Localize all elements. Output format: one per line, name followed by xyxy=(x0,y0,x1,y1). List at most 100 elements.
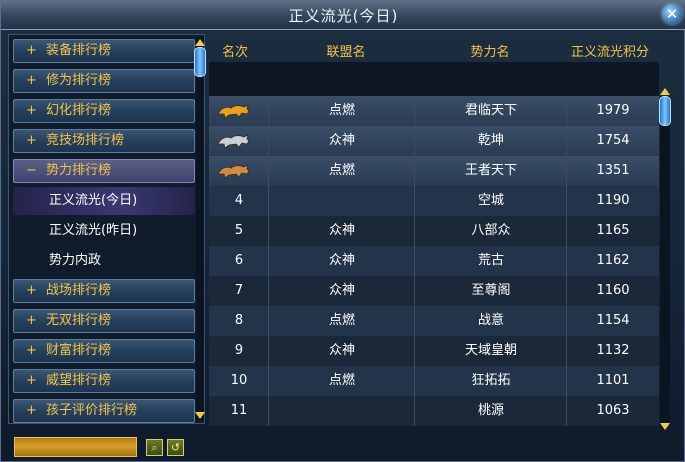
alliance-cell: 众神 xyxy=(269,216,415,246)
score-value: 1162 xyxy=(596,253,630,268)
category-label: 威望排行榜 xyxy=(46,373,112,388)
expand-icon: + xyxy=(26,133,37,148)
category-item[interactable]: + 财富排行榜 xyxy=(13,339,195,363)
table-row[interactable]: 7 众神 至尊阁 1160 xyxy=(209,276,659,306)
score-value: 1351 xyxy=(596,163,630,178)
category-item[interactable]: + 孩子评价排行榜 xyxy=(13,399,195,423)
alliance-cell: 众神 xyxy=(269,336,415,366)
scroll-down-arrow-icon[interactable] xyxy=(660,423,670,430)
score-value: 1165 xyxy=(596,223,630,238)
rank-number: 10 xyxy=(230,373,248,388)
rank-number: 5 xyxy=(234,223,244,238)
header-score: 正义流光积分 xyxy=(570,45,649,60)
alliance-name: 点燃 xyxy=(328,103,355,118)
faction-cell: 空城 xyxy=(415,186,567,216)
rank-cell: 11 xyxy=(209,396,269,426)
header-faction: 势力名 xyxy=(470,45,510,60)
table-header: 名次 联盟名 势力名 正义流光积分 xyxy=(209,34,659,62)
rank-number: 8 xyxy=(234,313,244,328)
category-scrollbar[interactable] xyxy=(194,37,206,421)
table-row[interactable]: 5 众神 八部众 1165 xyxy=(209,216,659,246)
search-icon[interactable]: ⌕ xyxy=(146,439,163,456)
category-label: 战场排行榜 xyxy=(46,283,112,298)
faction-name: 天域皇朝 xyxy=(464,343,517,358)
category-label: 财富排行榜 xyxy=(46,343,112,358)
table-row[interactable]: 众神 乾坤 1754 xyxy=(209,126,659,156)
expand-icon: + xyxy=(26,403,37,418)
table-row[interactable]: 10 点燃 狂拓拓 1101 xyxy=(209,366,659,396)
sub-item[interactable]: 正义流光(昨日) xyxy=(13,217,195,245)
scroll-up-arrow-icon[interactable] xyxy=(660,88,670,95)
alliance-cell: 点燃 xyxy=(269,366,415,396)
alliance-cell: 众神 xyxy=(269,276,415,306)
sub-item[interactable]: 正义流光(今日) xyxy=(13,187,195,215)
bronze-beast-icon xyxy=(217,164,249,179)
score-value: 1979 xyxy=(596,103,630,118)
faction-name: 荒古 xyxy=(477,253,504,268)
table-row[interactable]: 9 众神 天域皇朝 1132 xyxy=(209,336,659,366)
score-value: 1190 xyxy=(596,193,630,208)
faction-cell: 荒古 xyxy=(415,246,567,276)
expand-icon: + xyxy=(26,313,37,328)
expand-icon: + xyxy=(26,73,37,88)
category-item[interactable]: + 竞技场排行榜 xyxy=(13,129,195,153)
collapse-icon: − xyxy=(26,163,37,178)
table-row[interactable]: 点燃 王者天下 1351 xyxy=(209,156,659,186)
category-label: 幻化排行榜 xyxy=(46,103,112,118)
scroll-up-arrow-icon[interactable] xyxy=(195,39,205,46)
rank-cell xyxy=(209,126,269,156)
faction-cell: 狂拓拓 xyxy=(415,366,567,396)
category-item[interactable]: + 幻化排行榜 xyxy=(13,99,195,123)
rank-cell: 7 xyxy=(209,276,269,306)
category-scroll-thumb[interactable] xyxy=(194,47,206,77)
table-scroll-thumb[interactable] xyxy=(659,96,671,126)
category-open[interactable]: − 势力排行榜 xyxy=(13,159,195,183)
expand-icon: + xyxy=(26,373,37,388)
table-row[interactable]: 6 众神 荒古 1162 xyxy=(209,246,659,276)
faction-cell: 天域皇朝 xyxy=(415,336,567,366)
table-scrollbar[interactable] xyxy=(659,88,671,430)
title-bar[interactable]: 正义流光(今日) ✕ xyxy=(1,1,685,30)
category-label: 修为排行榜 xyxy=(46,73,112,88)
score-value: 1132 xyxy=(596,343,630,358)
expand-icon: + xyxy=(26,43,37,58)
score-value: 1154 xyxy=(596,313,630,328)
category-item[interactable]: + 威望排行榜 xyxy=(13,369,195,393)
rank-cell: 9 xyxy=(209,336,269,366)
table-row[interactable]: 11 桃源 1063 xyxy=(209,396,659,426)
rank-cell xyxy=(209,96,269,126)
score-value: 1063 xyxy=(596,403,630,418)
rank-number: 9 xyxy=(234,343,244,358)
sub-item[interactable]: 势力内政 xyxy=(13,247,195,275)
ranking-table: 名次 联盟名 势力名 正义流光积分 点燃 君临天下 1979 众神 乾坤 1754 点燃 王者… xyxy=(209,34,679,430)
header-rank: 名次 xyxy=(221,45,248,60)
rank-number: 4 xyxy=(234,193,244,208)
faction-name: 王者天下 xyxy=(464,163,517,178)
score-value: 1101 xyxy=(596,373,630,388)
alliance-name: 众神 xyxy=(328,133,355,148)
table-row[interactable]: 4 空城 1190 xyxy=(209,186,659,216)
category-item[interactable]: + 战场排行榜 xyxy=(13,279,195,303)
header-alliance: 联盟名 xyxy=(326,45,366,60)
table-row[interactable]: 8 点燃 战意 1154 xyxy=(209,306,659,336)
rank-cell xyxy=(209,156,269,186)
ranking-category-panel: + 装备排行榜 + 修为排行榜 + 幻化排行榜 + 竞技场排行榜 − 势力排行榜 正义流光(今日) 正… xyxy=(8,34,206,424)
alliance-name: 众神 xyxy=(328,283,355,298)
rank-cell: 4 xyxy=(209,186,269,216)
score-value: 1754 xyxy=(596,133,630,148)
faction-cell: 战意 xyxy=(415,306,567,336)
faction-name: 八部众 xyxy=(471,223,511,238)
scroll-down-arrow-icon[interactable] xyxy=(195,412,205,419)
faction-name: 桃源 xyxy=(477,403,504,418)
category-item[interactable]: + 修为排行榜 xyxy=(13,69,195,93)
search-input[interactable] xyxy=(14,437,137,457)
faction-name: 至尊阁 xyxy=(471,283,511,298)
category-label: 无双排行榜 xyxy=(46,313,112,328)
category-item[interactable]: + 无双排行榜 xyxy=(13,309,195,333)
category-item[interactable]: + 装备排行榜 xyxy=(13,39,195,63)
refresh-icon[interactable]: ↺ xyxy=(167,439,184,456)
table-row[interactable]: 点燃 君临天下 1979 xyxy=(209,96,659,126)
category-label: 竞技场排行榜 xyxy=(46,133,125,148)
gold-beast-icon xyxy=(217,104,249,119)
close-icon[interactable]: ✕ xyxy=(662,4,682,24)
